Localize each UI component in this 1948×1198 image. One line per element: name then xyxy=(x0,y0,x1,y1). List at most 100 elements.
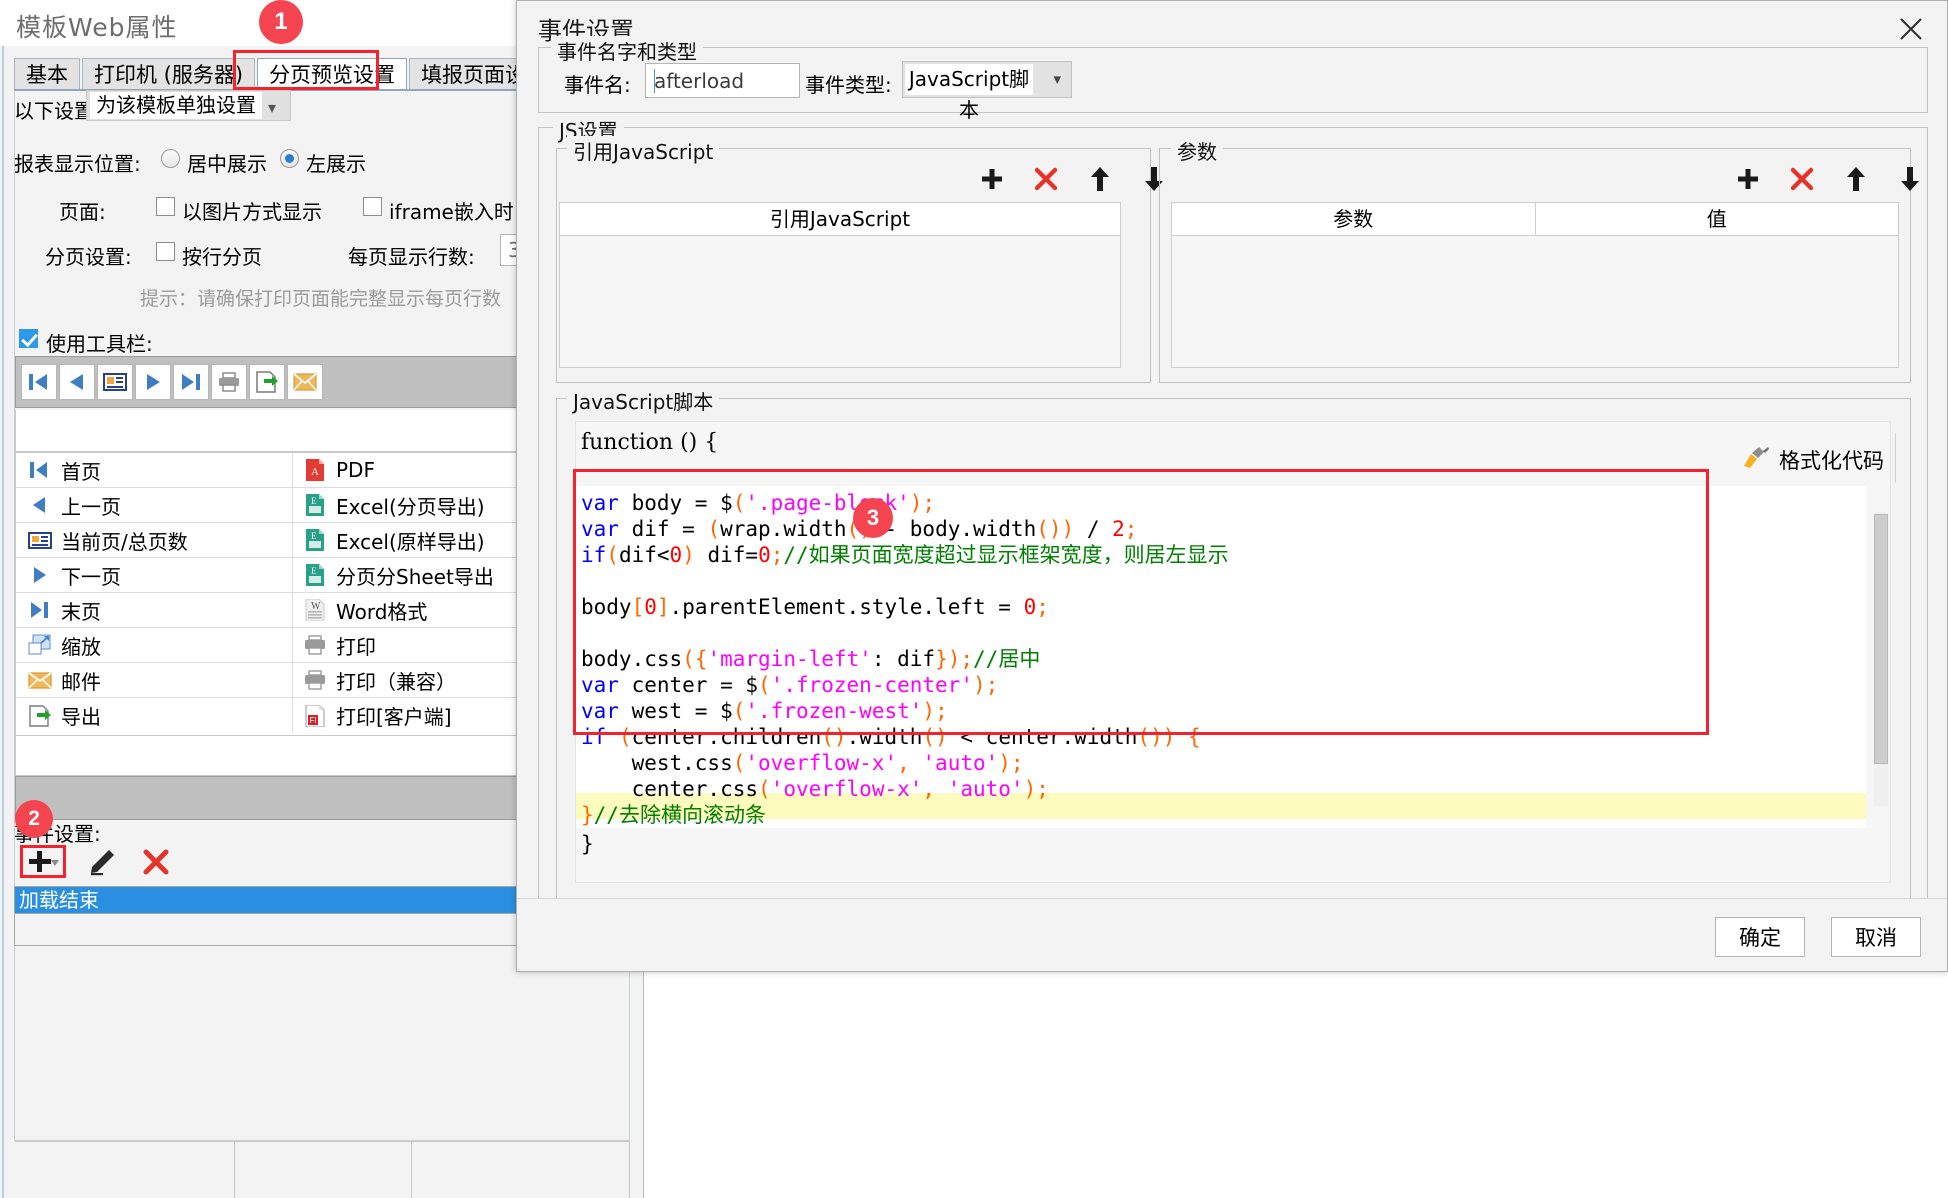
table-cell-left[interactable]: 末页 xyxy=(16,593,293,627)
next-page-icon xyxy=(26,567,54,583)
checkbox-use-toolbar[interactable] xyxy=(19,329,38,353)
red-x-icon[interactable] xyxy=(1033,166,1059,192)
svg-text:E: E xyxy=(311,496,317,506)
table-cell-left[interactable]: 首页 xyxy=(16,453,293,487)
checkbox-show-as-image[interactable] xyxy=(156,197,175,221)
close-icon[interactable] xyxy=(1893,11,1929,47)
prev-page-icon xyxy=(26,497,54,513)
table-cell-left-label: 邮件 xyxy=(61,669,101,694)
edit-event-button[interactable] xyxy=(80,845,124,878)
plus-icon[interactable] xyxy=(979,166,1005,192)
reference-table-header: 引用JavaScript xyxy=(559,202,1121,236)
table-cell-left[interactable]: 导出 xyxy=(16,698,293,733)
parameters-table-header: 参数 值 xyxy=(1171,202,1899,236)
first-page-icon[interactable] xyxy=(21,364,57,400)
red-x-icon[interactable] xyxy=(1789,166,1815,192)
table-cell-left[interactable]: 缩放 xyxy=(16,628,293,662)
next-page-icon[interactable] xyxy=(135,364,171,400)
table-cell-left[interactable]: 下一页 xyxy=(16,558,293,592)
reference-table-body[interactable] xyxy=(559,236,1121,368)
radio-center-display[interactable] xyxy=(161,149,180,173)
event-name-input[interactable]: afterload xyxy=(645,63,800,98)
word-icon: W xyxy=(301,599,329,621)
checkbox-iframe-auto[interactable] xyxy=(363,197,382,221)
js-settings-group: JS设置 引用JavaScript 引用JavaScript 参数 参数 值 f… xyxy=(538,115,1928,935)
svg-text:Fl: Fl xyxy=(310,716,317,725)
javascript-script-group: function () { var body = $('.page-block'… xyxy=(556,398,1911,916)
table-cell-left-label: 当前页/总页数 xyxy=(61,529,188,554)
mail-icon[interactable] xyxy=(287,364,323,400)
dialog-buttons: 确定 取消 xyxy=(1715,917,1921,957)
last-page-icon[interactable] xyxy=(173,364,209,400)
parameters-column-header-value: 值 xyxy=(1706,207,1727,231)
table-cell-right-label: 分页分Sheet导出 xyxy=(336,564,494,589)
table-cell-left[interactable]: 上一页 xyxy=(16,488,293,522)
tab-printer-server[interactable]: 打印机 (服务器) xyxy=(82,58,256,90)
table-cell-right-label: 打印[客户端] xyxy=(336,705,452,729)
parameters-legend: 参数 xyxy=(1171,136,1223,165)
svg-text:E: E xyxy=(311,531,317,541)
reference-toolbar xyxy=(979,166,1167,192)
radio-left-display[interactable] xyxy=(280,149,299,173)
print-icon xyxy=(301,635,329,655)
ok-button[interactable]: 确定 xyxy=(1715,917,1805,957)
checkbox-iframe-auto-label: iframe嵌入时自 xyxy=(389,200,514,224)
table-cell-left-label: 缩放 xyxy=(61,634,101,659)
code-content[interactable]: var body = $('.page-block'); var dif = (… xyxy=(581,490,1229,828)
paging-label: 分页设置: xyxy=(45,245,132,269)
arrow-down-icon[interactable] xyxy=(1897,166,1923,192)
step-marker-1: 1 xyxy=(259,0,303,44)
table-cell-left[interactable]: 邮件 xyxy=(16,663,293,697)
tab-strip: 基本 打印机 (服务器) 分页预览设置 填报页面设置 xyxy=(14,54,561,90)
table-cell-left-label: 下一页 xyxy=(61,564,121,589)
checkbox-page-by-row[interactable] xyxy=(156,242,175,266)
toolbar-preview-icons xyxy=(21,364,325,400)
rows-per-page-label: 每页显示行数: xyxy=(348,245,475,269)
step-marker-3: 3 xyxy=(853,498,893,538)
table-cell-right-label: Excel(分页导出) xyxy=(336,494,485,519)
event-name-value: afterload xyxy=(654,69,745,93)
arrow-up-icon[interactable] xyxy=(1087,166,1113,192)
first-page-icon xyxy=(26,462,54,478)
checkbox-use-toolbar-label: 使用工具栏: xyxy=(46,332,153,356)
brush-icon xyxy=(1742,446,1770,475)
event-type-value: JavaScript脚本 xyxy=(905,64,1033,122)
function-header: function () { xyxy=(581,430,719,455)
tab-basic[interactable]: 基本 xyxy=(14,58,80,90)
table-cell-left-label: 末页 xyxy=(61,599,101,624)
text-caret xyxy=(654,69,655,93)
bottom-divider-vertical xyxy=(411,1141,412,1198)
parameters-toolbar xyxy=(1735,166,1923,192)
plus-icon[interactable] xyxy=(1735,166,1761,192)
prev-page-icon[interactable] xyxy=(59,364,95,400)
page-number-icon[interactable] xyxy=(97,364,133,400)
delete-event-button[interactable] xyxy=(134,845,178,878)
tab-page-preview-settings[interactable]: 分页预览设置 xyxy=(257,58,408,90)
excel-icon: E xyxy=(301,564,329,586)
event-list-selected-label: 加载结束 xyxy=(19,888,99,912)
code-editor[interactable]: function () { var body = $('.page-block'… xyxy=(575,421,1891,883)
table-cell-right-label: Word格式 xyxy=(336,599,428,624)
event-settings-dialog: 事件设置 事件名字和类型 事件名: afterload 事件类型: JavaSc… xyxy=(516,0,1948,972)
javascript-script-legend: JavaScript脚本 xyxy=(567,386,720,415)
chevron-down-icon: ▾ xyxy=(268,98,277,117)
flash-print-icon: Fl xyxy=(301,704,329,727)
parameters-column-header-name: 参数 xyxy=(1172,203,1536,235)
event-type-select[interactable]: JavaScript脚本 ▾ xyxy=(902,61,1072,122)
reference-column-header: 引用JavaScript xyxy=(769,207,911,231)
print-icon[interactable] xyxy=(211,364,247,400)
table-cell-left-label: 导出 xyxy=(61,705,101,729)
export-icon[interactable] xyxy=(249,364,285,400)
add-event-highlight-box xyxy=(20,845,66,878)
cancel-button[interactable]: 取消 xyxy=(1831,917,1921,957)
format-code-button[interactable]: 格式化代码 xyxy=(1742,445,1884,475)
zoom-icon xyxy=(26,634,54,656)
event-name-label: 事件名: xyxy=(564,73,631,97)
code-scrollbar-thumb[interactable] xyxy=(1874,514,1888,764)
parameters-table-body[interactable] xyxy=(1171,236,1899,368)
table-cell-left[interactable]: 当前页/总页数 xyxy=(16,523,293,557)
arrow-up-icon[interactable] xyxy=(1843,166,1869,192)
table-cell-right-label: Excel(原样导出) xyxy=(336,529,485,554)
checkbox-page-by-row-label: 按行分页 xyxy=(182,245,262,269)
chevron-down-icon: ▾ xyxy=(1053,70,1061,88)
